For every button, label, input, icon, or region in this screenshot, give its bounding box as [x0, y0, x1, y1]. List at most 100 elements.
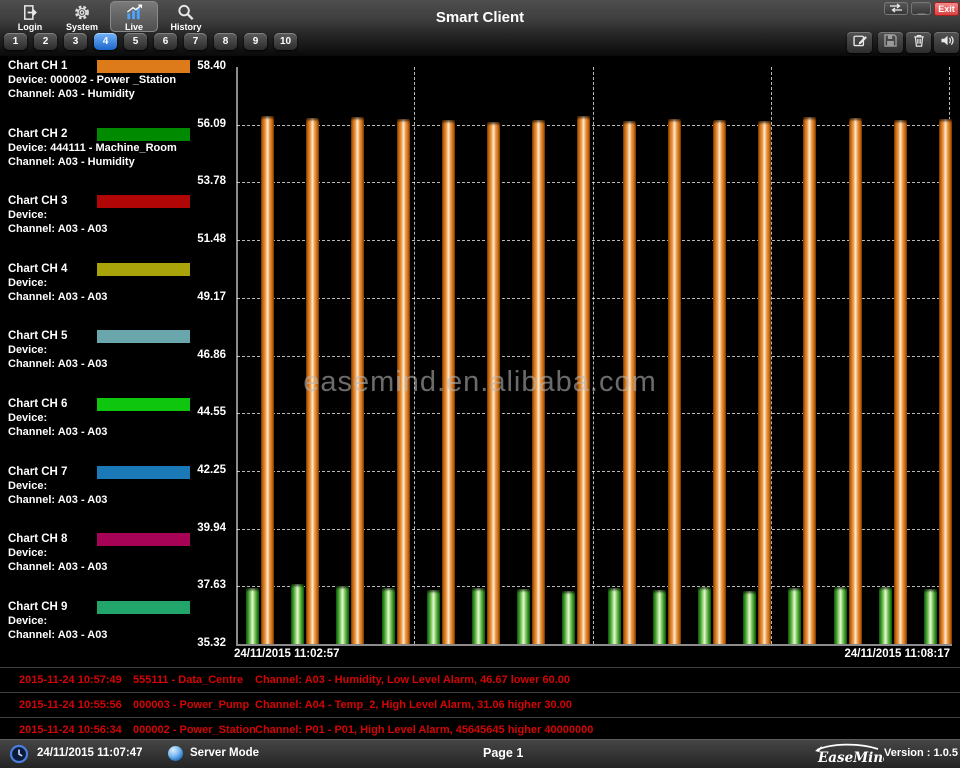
h-gridline: [237, 471, 950, 472]
x-axis-end-label: 24/11/2015 11:08:17: [844, 648, 950, 660]
h-gridline: [237, 529, 950, 530]
smart-client-window: Login System Live History Smart Client: [0, 0, 960, 768]
tab-10[interactable]: 10: [274, 33, 297, 50]
legend-item-ch1[interactable]: Chart CH 1Device: 000002 - Power _Statio…: [0, 60, 232, 124]
status-datetime: 24/11/2015 11:07:47: [37, 747, 143, 759]
legend-title: Chart CH 1: [8, 60, 67, 72]
floppy-save-icon: [882, 32, 899, 54]
green-bar: [472, 588, 485, 645]
edit-pencil-icon: [851, 32, 869, 54]
tab-5[interactable]: 5: [124, 33, 147, 50]
legend-title: Chart CH 2: [8, 128, 67, 140]
page-indicator: Page 1: [483, 746, 523, 760]
system-label: System: [66, 22, 98, 32]
edit-button[interactable]: [847, 32, 872, 53]
orange-bar: [668, 119, 681, 644]
login-button[interactable]: Login: [6, 1, 54, 32]
orange-bar: [442, 120, 455, 644]
login-label: Login: [18, 22, 43, 32]
green-bar: [562, 591, 575, 644]
orange-bar: [261, 116, 274, 644]
legend-title: Chart CH 8: [8, 533, 67, 545]
tab-3[interactable]: 3: [64, 33, 87, 50]
tab-7[interactable]: 7: [184, 33, 207, 50]
green-bar: [834, 587, 847, 645]
alarm-row-1[interactable]: 2015-11-24 10:57:49555111 - Data_CentreC…: [0, 667, 960, 692]
v-gridline: [771, 67, 772, 644]
delete-button[interactable]: [906, 32, 931, 53]
legend-color-swatch: [97, 195, 190, 208]
green-bar: [291, 584, 304, 644]
alarm-device: 000003 - Power_Pump: [133, 693, 249, 717]
h-gridline: [237, 240, 950, 241]
orange-bar: [758, 121, 771, 644]
tab-8[interactable]: 8: [214, 33, 237, 50]
tab-1[interactable]: 1: [4, 33, 27, 50]
legend-channel-label: Channel: A03 - A03: [8, 561, 107, 573]
save-button[interactable]: [878, 32, 903, 53]
orange-bar: [532, 120, 545, 645]
tab-4[interactable]: 4: [94, 33, 117, 50]
legend-device-label: Device: 444111 - Machine_Room: [8, 142, 177, 154]
alarm-timestamp: 2015-11-24 10:55:56: [19, 693, 122, 717]
alarm-list: 2015-11-24 10:57:49555111 - Data_CentreC…: [0, 667, 960, 742]
orange-bar: [713, 120, 726, 644]
exit-button[interactable]: Exit: [934, 2, 959, 16]
tab-2[interactable]: 2: [34, 33, 57, 50]
orange-bar: [487, 122, 500, 645]
legend-item-ch7[interactable]: Chart CH 7Device:Channel: A03 - A03: [0, 466, 232, 530]
orange-bar: [939, 119, 952, 644]
orange-bar: [577, 116, 590, 644]
server-mode-label: Server Mode: [190, 747, 259, 759]
orange-bar: [623, 121, 636, 645]
live-button[interactable]: Live: [110, 1, 158, 32]
tab-9[interactable]: 9: [244, 33, 267, 50]
v-gridline: [949, 67, 950, 644]
orange-bar: [803, 117, 816, 644]
top-toolbar: Login System Live History Smart Client: [0, 0, 960, 56]
status-bar: 24/11/2015 11:07:47 Server Mode Page 1 E…: [0, 739, 960, 768]
legend-item-ch3[interactable]: Chart CH 3Device:Channel: A03 - A03: [0, 195, 232, 259]
history-button[interactable]: History: [162, 1, 210, 32]
legend-color-swatch: [97, 533, 190, 546]
legend-device-label: Device:: [8, 615, 47, 627]
alarm-message: Channel: A03 - Humidity, Low Level Alarm…: [255, 668, 570, 692]
page-title: Smart Client: [280, 9, 680, 26]
legend-item-ch2[interactable]: Chart CH 2 Device: 444111 - Machine_Room C…: [0, 128, 232, 192]
magnifier-icon: [176, 3, 196, 22]
window-switch-button[interactable]: [884, 2, 908, 15]
orange-bar: [849, 118, 862, 644]
version-label: Version : 1.0.5: [884, 747, 958, 759]
legend-item-ch6[interactable]: Chart CH 6Device:Channel: A03 - A03: [0, 398, 232, 462]
legend-item-ch5[interactable]: Chart CH 5Device:Channel: A03 - A03: [0, 330, 232, 394]
legend-device-label: Device:: [8, 209, 47, 221]
green-bar: [788, 588, 801, 644]
h-gridline: [237, 125, 950, 126]
green-bar: [246, 588, 259, 645]
clock-icon: [9, 744, 29, 768]
legend-color-swatch: [97, 263, 190, 276]
sound-button[interactable]: [934, 32, 959, 53]
orange-bar: [397, 119, 410, 644]
legend-color-swatch: [97, 330, 190, 343]
legend-item-ch8[interactable]: Chart CH 8 Device: Channel: A03 - A03: [0, 533, 232, 597]
legend-item-ch4[interactable]: Chart CH 4Device:Channel: A03 - A03: [0, 263, 232, 327]
alarm-row-2[interactable]: 2015-11-24 10:55:56000003 - Power_PumpCh…: [0, 692, 960, 717]
legend-item-ch9[interactable]: Chart CH 9Device:Channel: A03 - A03: [0, 601, 232, 665]
h-gridline: [237, 182, 950, 183]
legend-color-swatch: [97, 398, 190, 411]
green-bar: [924, 589, 937, 644]
tab-6[interactable]: 6: [154, 33, 177, 50]
legend-device-label: Device:: [8, 412, 47, 424]
speaker-icon: [938, 32, 956, 54]
system-button[interactable]: System: [58, 1, 106, 32]
legend-device-label: Device:: [8, 277, 47, 289]
legend-color-swatch: [97, 466, 190, 479]
gear-icon: [72, 3, 92, 22]
legend-channel-label: Channel: A03 - Humidity: [8, 156, 135, 168]
easemind-logo: EaseMind: [812, 742, 884, 768]
legend-device-label: Device:: [8, 547, 47, 559]
live-label: Live: [125, 22, 143, 32]
orange-bar: [351, 117, 364, 644]
window-minimize-button[interactable]: [911, 2, 931, 15]
